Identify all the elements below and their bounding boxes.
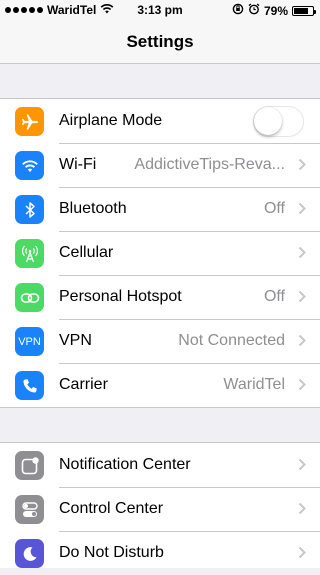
personal-hotspot-row[interactable]: Personal Hotspot Off <box>0 275 320 319</box>
do-not-disturb-label: Do Not Disturb <box>59 544 164 561</box>
bluetooth-status-value: Off <box>263 200 285 217</box>
do-not-disturb-row[interactable]: Do Not Disturb <box>0 531 320 575</box>
settings-group-connectivity: Airplane Mode Wi-Fi AddictiveTips-Reva..… <box>0 98 320 408</box>
battery-icon <box>292 5 316 16</box>
carrier-label: Carrier <box>59 376 108 393</box>
control-center-icon <box>15 495 44 524</box>
wifi-network-value: AddictiveTips-Reva... <box>134 156 285 173</box>
personal-hotspot-label: Personal Hotspot <box>59 288 182 305</box>
chevron-right-icon <box>298 334 306 352</box>
notification-center-label: Notification Center <box>59 456 191 473</box>
wifi-row[interactable]: Wi-Fi AddictiveTips-Reva... <box>0 143 320 187</box>
alarm-clock-icon <box>248 3 260 18</box>
wifi-label: Wi-Fi <box>59 156 97 173</box>
bluetooth-row[interactable]: Bluetooth Off <box>0 187 320 231</box>
airplane-mode-row: Airplane Mode <box>0 99 320 143</box>
control-center-label: Control Center <box>59 500 164 517</box>
airplane-icon <box>15 107 44 136</box>
bluetooth-label: Bluetooth <box>59 200 127 217</box>
chevron-right-icon <box>298 246 306 264</box>
control-center-row[interactable]: Control Center <box>0 487 320 531</box>
chevron-right-icon <box>298 290 306 308</box>
toggle-knob <box>254 107 282 135</box>
rotation-lock-icon <box>232 3 244 18</box>
hotspot-status-value: Off <box>263 288 285 305</box>
chevron-right-icon <box>298 378 306 396</box>
navigation-bar: Settings <box>0 20 320 64</box>
cellular-antenna-icon <box>15 239 44 268</box>
chevron-right-icon <box>298 202 306 220</box>
vpn-icon-text: VPN <box>18 335 41 348</box>
chevron-right-icon <box>298 158 306 176</box>
status-bar-right: 79% <box>232 3 316 18</box>
carrier-row[interactable]: Carrier WaridTel <box>0 363 320 407</box>
airplane-mode-label: Airplane Mode <box>59 112 163 129</box>
moon-icon <box>15 539 44 568</box>
vpn-status-value: Not Connected <box>178 332 285 349</box>
airplane-mode-toggle[interactable] <box>253 106 304 137</box>
settings-group-system: Notification Center Control Center Do No… <box>0 442 320 568</box>
wifi-icon <box>15 151 44 180</box>
battery-level-fill <box>294 7 308 14</box>
page-title: Settings <box>126 32 194 51</box>
chevron-right-icon <box>298 546 306 564</box>
chevron-right-icon <box>298 502 306 520</box>
notification-center-icon <box>15 451 44 480</box>
vpn-row[interactable]: VPN VPN Not Connected <box>0 319 320 363</box>
bluetooth-icon <box>15 195 44 224</box>
hotspot-icon <box>15 283 44 312</box>
cellular-label: Cellular <box>59 244 114 261</box>
phone-icon <box>15 371 44 400</box>
notification-center-row[interactable]: Notification Center <box>0 443 320 487</box>
vpn-label: VPN <box>59 332 92 349</box>
cellular-row[interactable]: Cellular <box>0 231 320 275</box>
vpn-icon: VPN <box>15 327 44 356</box>
status-bar: WaridTel 3:13 pm 79% <box>0 0 320 20</box>
battery-percent: 79% <box>263 3 288 18</box>
carrier-value: WaridTel <box>223 376 285 393</box>
chevron-right-icon <box>298 458 306 476</box>
